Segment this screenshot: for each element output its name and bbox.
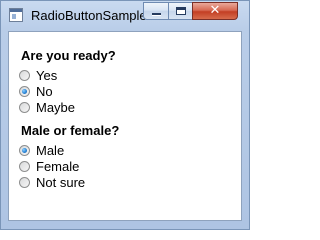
radio-label: Yes <box>36 67 58 83</box>
radio-circle-icon <box>19 144 30 156</box>
radio-label: Maybe <box>36 99 76 115</box>
radio-male[interactable]: Male <box>19 142 64 158</box>
close-icon: ✕ <box>209 3 221 18</box>
minimize-icon <box>152 13 161 15</box>
radio-label: Male <box>36 142 65 158</box>
radio-label: Not sure <box>36 174 86 190</box>
minimize-button[interactable] <box>143 2 169 20</box>
client-area: Are you ready? Yes No Maybe Male or fema… <box>8 31 242 221</box>
close-button[interactable]: ✕ <box>192 2 238 20</box>
title-bar[interactable]: RadioButtonSample ✕ <box>1 1 249 31</box>
radio-circle-icon <box>19 101 30 113</box>
window-title: RadioButtonSample <box>31 8 147 23</box>
radio-circle-icon <box>19 69 30 81</box>
app-window: RadioButtonSample ✕ Are you ready? Yes N… <box>0 0 250 230</box>
maximize-icon <box>176 7 186 15</box>
group-label-ready: Are you ready? <box>21 48 116 63</box>
radio-yes[interactable]: Yes <box>19 67 57 83</box>
radio-label: No <box>36 83 53 99</box>
radio-circle-icon <box>19 160 30 172</box>
radio-label: Female <box>36 158 80 174</box>
radio-not-sure[interactable]: Not sure <box>19 174 85 190</box>
group-label-gender: Male or female? <box>21 123 120 138</box>
radio-circle-icon <box>19 85 30 97</box>
maximize-button[interactable] <box>168 2 193 20</box>
radio-no[interactable]: No <box>19 83 53 99</box>
application-window-icon[interactable] <box>9 8 23 22</box>
radio-maybe[interactable]: Maybe <box>19 99 75 115</box>
radio-female[interactable]: Female <box>19 158 79 174</box>
radio-circle-icon <box>19 176 30 188</box>
